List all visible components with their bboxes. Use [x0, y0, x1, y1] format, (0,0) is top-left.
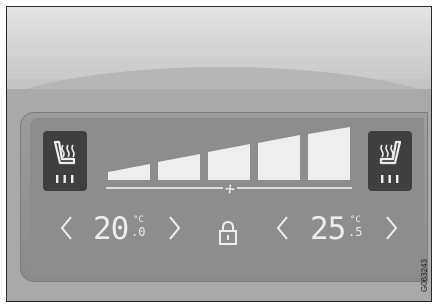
right-temperature-value: 25	[310, 211, 346, 247]
left-temperature-unit: °C	[133, 215, 144, 225]
right-temp-increase-button[interactable]	[385, 215, 399, 245]
fan-icon	[223, 181, 237, 195]
left-temperature-value: 20	[93, 211, 129, 247]
right-temperature-decimal: .5	[348, 225, 363, 239]
chevron-left-icon	[276, 216, 288, 240]
seat-heater-icon	[53, 140, 76, 183]
left-temp-decrease-button[interactable]	[59, 215, 73, 245]
left-temp-increase-button[interactable]	[168, 215, 182, 245]
seat-heater-icon	[379, 140, 402, 183]
fan-speed-bars[interactable]	[100, 124, 356, 184]
left-seat-heater-button[interactable]	[43, 131, 87, 191]
right-temperature-display: 25 °C .5	[310, 212, 364, 248]
sync-lock-button[interactable]	[217, 220, 239, 250]
chevron-left-icon	[60, 216, 72, 240]
fan-level-2-bar	[158, 154, 200, 180]
right-temperature-unit: °C	[350, 215, 361, 225]
right-seat-heater-button[interactable]	[368, 131, 412, 191]
fan-level-1-bar	[108, 164, 150, 180]
left-temperature-display: 20 °C .0	[93, 212, 147, 248]
fan-level-5-bar	[308, 127, 350, 180]
chevron-right-icon	[386, 216, 398, 240]
padlock-icon	[219, 221, 237, 245]
figure-code-text: G063243	[420, 259, 429, 292]
fan-level-3-bar	[208, 144, 250, 180]
chevron-right-icon	[169, 216, 181, 240]
left-temperature-decimal: .0	[131, 225, 146, 239]
figure-code: G063243	[420, 250, 430, 300]
right-temp-decrease-button[interactable]	[275, 215, 289, 245]
fan-level-4-bar	[258, 135, 300, 180]
